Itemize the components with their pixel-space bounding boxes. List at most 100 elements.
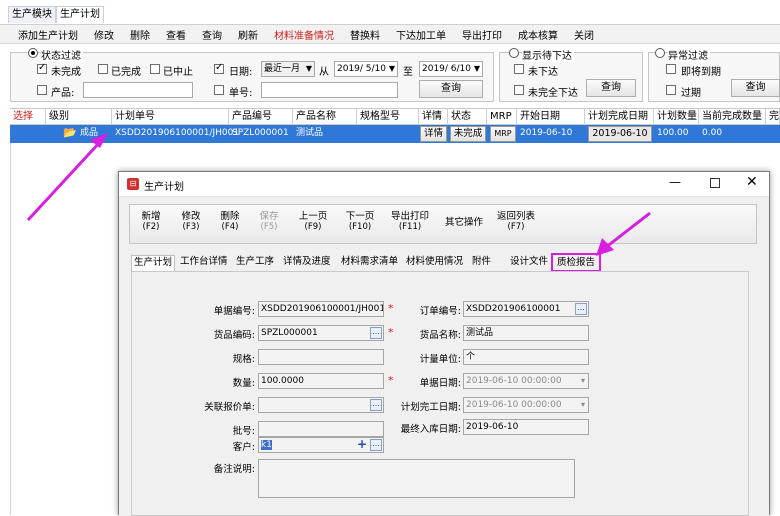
exception-filter-radio[interactable] xyxy=(655,48,665,58)
col-finish[interactable]: 完 xyxy=(766,109,780,125)
tab-material-requirements[interactable]: 材料需求清单 xyxy=(339,255,400,271)
batch-field[interactable] xyxy=(258,421,384,437)
order-no-checkbox[interactable] xyxy=(214,85,224,95)
prev-page-label: 上一页 xyxy=(298,211,328,222)
tab-production-plan-detail[interactable]: 生产计划 xyxy=(131,255,176,271)
customer-field[interactable]: k1 +… xyxy=(258,437,384,453)
col-level[interactable]: 级别 xyxy=(46,109,112,125)
item-code-field[interactable]: SPZL000001… xyxy=(258,325,384,341)
tab-design-files[interactable]: 设计文件 xyxy=(508,255,550,271)
tab-quality-report[interactable]: 质检报告 xyxy=(551,253,602,272)
col-plan-finish-date[interactable]: 计划完成日期 xyxy=(585,109,654,125)
due-soon-checkbox[interactable] xyxy=(666,64,676,74)
ellipsis-icon[interactable]: … xyxy=(575,303,587,315)
cost-accounting-button[interactable]: 成本核算 xyxy=(518,27,558,42)
col-detail[interactable]: 详情 xyxy=(419,109,448,125)
col-product-no[interactable]: 产品编号 xyxy=(229,109,293,125)
not-issued-checkbox[interactable] xyxy=(514,64,524,74)
replace-material-button[interactable]: 替换料 xyxy=(350,27,380,42)
col-status[interactable]: 状态 xyxy=(448,109,487,125)
filter3-query-button[interactable]: 查询 xyxy=(731,79,780,97)
tab-detail-progress[interactable]: 详情及进度 xyxy=(281,255,333,271)
col-product-name[interactable]: 产品名称 xyxy=(293,109,357,125)
order-no-field[interactable]: XSDD201906100001 … xyxy=(463,301,589,317)
spec-field[interactable] xyxy=(258,349,384,365)
main-toolbar: 添加生产计划 修改 删除 查看 查询 刷新 材料准备情况 替换料 下达加工单 导… xyxy=(0,24,780,44)
edit-label: 修改 xyxy=(181,211,201,222)
order-no-input[interactable] xyxy=(261,82,398,98)
material-prep-button[interactable]: 材料准备情况 xyxy=(274,27,334,42)
unfinished-checkbox[interactable] xyxy=(37,62,47,74)
mrp-button[interactable]: MRP xyxy=(490,126,516,142)
col-start-date[interactable]: 开始日期 xyxy=(517,109,585,125)
minimize-icon[interactable]: — xyxy=(669,175,681,189)
issue-work-order-button[interactable]: 下达加工单 xyxy=(396,27,446,42)
delete-button[interactable]: 删除 xyxy=(130,27,150,42)
calendar-dropdown-icon[interactable]: ▾ xyxy=(581,374,585,388)
unit-field[interactable]: 个 xyxy=(463,349,589,365)
pending-issue-radio[interactable] xyxy=(509,48,519,58)
date-checkbox[interactable] xyxy=(214,62,224,74)
tab-attachments[interactable]: 附件 xyxy=(470,255,493,271)
latest-in-field[interactable]: 2019-06-10 xyxy=(463,419,589,435)
tab-production-process[interactable]: 生产工序 xyxy=(234,255,276,271)
export-print-button[interactable]: 导出打印 xyxy=(462,27,502,42)
date-range-select[interactable]: 最近一月 ▼ xyxy=(261,61,315,77)
doc-date-field[interactable]: 2019-06-10 00:00:00 ▾ xyxy=(463,373,589,389)
next-page-button[interactable]: 下一页 (F10) xyxy=(345,211,375,233)
prev-page-button[interactable]: 上一页 (F9) xyxy=(298,211,328,233)
cell-plan-finish-date[interactable]: 2019-06-10 xyxy=(588,126,652,142)
status-button[interactable]: 未完成 xyxy=(450,126,486,142)
col-spec[interactable]: 规格型号 xyxy=(357,109,419,125)
edit-button[interactable]: 修改 xyxy=(94,27,114,42)
col-plan-no[interactable]: 计划单号 xyxy=(112,109,229,125)
close-button[interactable]: 关闭 xyxy=(574,27,594,42)
delete-dialog-button[interactable]: 删除 (F4) xyxy=(219,211,241,233)
tab-production-plan[interactable]: 生产计划 xyxy=(56,6,104,23)
ellipsis-icon[interactable]: … xyxy=(370,439,382,451)
remark-field[interactable] xyxy=(258,459,575,498)
export-print-dialog-button[interactable]: 导出打印 (F11) xyxy=(390,211,430,233)
to-date-input[interactable]: 2019/ 6/10 ▼ xyxy=(419,61,483,77)
col-current-qty[interactable]: 当前完成数量 xyxy=(699,109,766,125)
query-button[interactable]: 查询 xyxy=(202,27,222,42)
overdue-checkbox[interactable] xyxy=(666,85,676,95)
filter2-query-button[interactable]: 查询 xyxy=(586,79,636,97)
calendar-dropdown-icon[interactable]: ▾ xyxy=(581,398,585,412)
finished-checkbox[interactable] xyxy=(98,64,108,74)
not-fully-issued-checkbox[interactable] xyxy=(514,85,524,95)
other-ops-button[interactable]: 其它操作 xyxy=(444,217,484,228)
col-mrp[interactable]: MRP xyxy=(487,109,517,125)
stopped-checkbox[interactable] xyxy=(150,64,160,74)
detail-button[interactable]: 详情 xyxy=(420,126,447,142)
tab-production-module[interactable]: 生产模块 xyxy=(8,6,56,23)
close-icon[interactable]: ✕ xyxy=(746,174,758,190)
plan-finish-field[interactable]: 2019-06-10 00:00:00 ▾ xyxy=(463,397,589,413)
status-filter-radio[interactable] xyxy=(28,48,38,58)
view-button[interactable]: 查看 xyxy=(166,27,186,42)
product-input[interactable] xyxy=(83,82,193,98)
order-no-value: XSDD201906100001 xyxy=(466,304,561,314)
filter1-query-button[interactable]: 查询 xyxy=(419,80,483,98)
col-plan-qty[interactable]: 计划数量 xyxy=(654,109,699,125)
save-button[interactable]: 保存 (F5) xyxy=(258,211,280,233)
table-row[interactable]: 📂 成品 XSDD201906100001/JH001 SPZL000001 测… xyxy=(10,125,780,143)
refresh-button[interactable]: 刷新 xyxy=(238,27,258,42)
edit-dialog-button[interactable]: 修改 (F3) xyxy=(180,211,202,233)
new-button[interactable]: 新增 (F2) xyxy=(140,211,162,233)
doc-no-field[interactable]: XSDD201906100001/JH001 xyxy=(258,301,384,317)
item-name-field[interactable]: 测试品 xyxy=(463,325,589,341)
tab-material-usage[interactable]: 材料使用情况 xyxy=(404,255,465,271)
chevron-down-icon: ▼ xyxy=(473,64,480,73)
from-date-input[interactable]: 2019/ 5/10 ▼ xyxy=(334,61,398,77)
production-plan-dialog: ⊟ 生产计划 — ✕ 新增 (F2) 修改 (F3) 删除 (F4) 保存 (F5) 上… xyxy=(118,171,770,516)
qty-field[interactable]: 100.0000 xyxy=(258,373,384,389)
col-select[interactable]: 选择 xyxy=(10,109,46,125)
product-checkbox[interactable] xyxy=(37,85,47,95)
back-to-list-button[interactable]: 返回列表 (F7) xyxy=(496,211,536,233)
plus-icon[interactable]: + xyxy=(357,438,367,451)
tab-workbench-detail[interactable]: 工作台详情 xyxy=(178,255,230,271)
link-quote-field[interactable]: … xyxy=(258,397,384,413)
maximize-icon[interactable] xyxy=(710,178,720,188)
add-plan-button[interactable]: 添加生产计划 xyxy=(18,27,78,42)
